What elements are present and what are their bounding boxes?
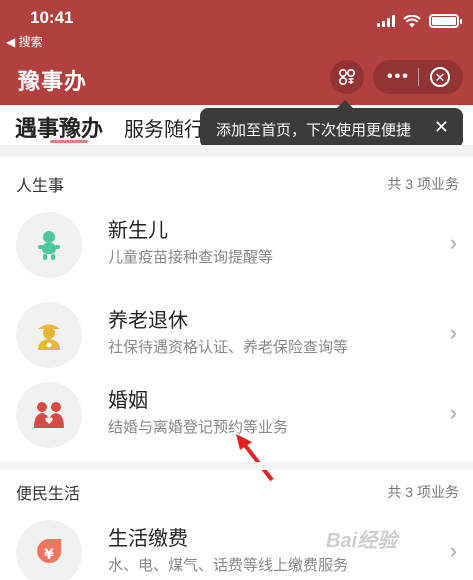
- section-header-life-events: 人生事 共 3 项业务: [0, 162, 473, 202]
- list-item-retirement[interactable]: 养老退休 社保待遇资格认证、养老保险查询等 ›: [0, 292, 473, 382]
- section-title: 人生事: [16, 178, 65, 195]
- tab-yushi-yuban[interactable]: 遇事豫办: [15, 111, 103, 143]
- tab-fuwu-suixing[interactable]: 服务随行: [124, 113, 204, 142]
- close-button[interactable]: ✕: [430, 67, 450, 87]
- tooltip-arrow: [337, 100, 353, 108]
- close-icon: ✕: [434, 69, 446, 85]
- item-description: 社保待遇资格认证、养老保险查询等: [108, 339, 349, 356]
- scan-button[interactable]: [330, 60, 364, 94]
- item-title: 婚姻: [108, 390, 148, 412]
- watermark: Bai经验: [326, 530, 398, 552]
- chevron-right-icon: ›: [449, 320, 457, 345]
- chevron-right-icon: ›: [449, 538, 457, 563]
- item-title: 生活缴费: [108, 528, 188, 550]
- section-count: 共 3 项业务: [387, 176, 459, 192]
- chevron-right-icon: ›: [449, 400, 457, 425]
- payment-icon: ¥: [16, 520, 82, 580]
- tooltip-text: 添加至首页，下次使用更便捷: [216, 122, 412, 139]
- section-header-daily-life: 便民生活 共 3 项业务: [0, 470, 473, 510]
- scan-icon: [338, 68, 356, 86]
- more-button[interactable]: •••: [387, 68, 410, 86]
- status-icons: [377, 14, 462, 28]
- item-description: 儿童疫苗接种查询提醒等: [108, 249, 274, 266]
- svg-text:¥: ¥: [44, 547, 54, 563]
- wifi-icon: [403, 14, 421, 27]
- item-title: 新生儿: [108, 220, 168, 242]
- list-item-utility-payment[interactable]: ¥ 生活缴费 水、电、煤气、话费等线上缴费服务 ›: [0, 510, 473, 580]
- tooltip-close-icon[interactable]: ✕: [434, 117, 449, 138]
- battery-icon: [429, 14, 462, 28]
- section-divider: [0, 145, 473, 157]
- baby-icon: [16, 212, 82, 278]
- add-to-home-tooltip: 添加至首页，下次使用更便捷 ✕: [200, 100, 463, 148]
- section-count: 共 3 项业务: [387, 484, 459, 500]
- tab-active-indicator: [50, 140, 88, 143]
- list-item-newborn[interactable]: 新生儿 儿童疫苗接种查询提醒等 ›: [0, 202, 473, 292]
- mini-program-capsule: ••• ✕: [373, 60, 463, 94]
- item-title: 养老退休: [108, 310, 188, 332]
- back-to-search-link[interactable]: ◀ 搜索: [6, 33, 43, 50]
- app-title: 豫事办: [18, 69, 88, 94]
- section-title: 便民生活: [16, 486, 81, 503]
- signal-icon: [377, 15, 395, 27]
- status-time: 10:41: [30, 8, 74, 27]
- item-description: 水、电、煤气、话费等线上缴费服务: [108, 557, 349, 574]
- chevron-right-icon: ›: [449, 230, 457, 255]
- top-bar: 10:41 ◀ 搜索 豫事办 ••• ✕: [0, 0, 473, 105]
- capsule-divider: [418, 68, 419, 86]
- section-divider: [0, 462, 473, 470]
- marriage-icon: [16, 382, 82, 448]
- elder-icon: [16, 302, 82, 368]
